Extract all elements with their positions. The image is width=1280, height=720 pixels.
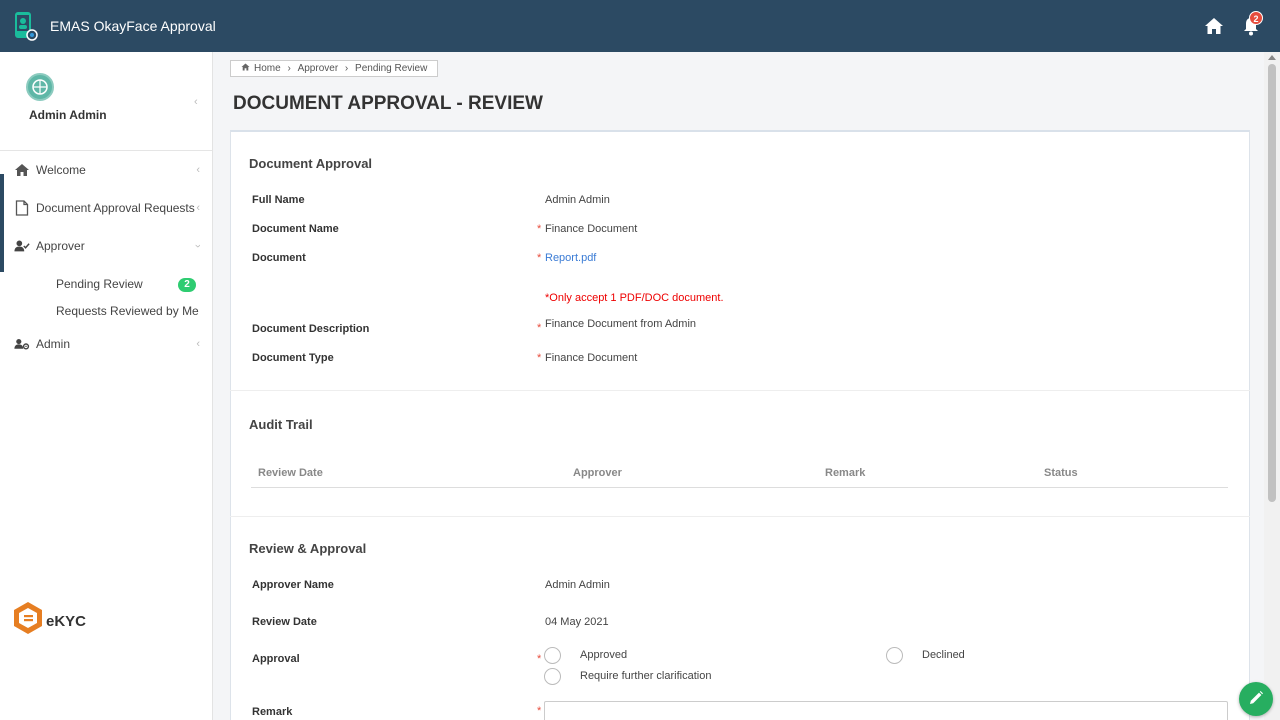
sidebar-item-label: Admin	[36, 337, 71, 351]
avatar[interactable]	[26, 73, 54, 101]
chevron-left-icon[interactable]: ‹	[194, 96, 198, 108]
section-title-audit-trail: Audit Trail	[249, 417, 313, 432]
scroll-up-arrow[interactable]	[1268, 55, 1276, 60]
page-title: DOCUMENT APPROVAL - REVIEW	[233, 93, 543, 114]
pencil-icon	[1248, 690, 1264, 709]
section-divider	[230, 390, 1250, 391]
app-title: EMAS OkayFace Approval	[50, 18, 216, 34]
sidebar-item-welcome[interactable]: Welcome ‹	[0, 155, 212, 185]
app-logo-icon[interactable]	[12, 11, 38, 41]
document-description-label: Document Description	[252, 323, 370, 335]
chevron-left-icon: ‹	[196, 202, 200, 214]
table-header-line	[251, 487, 1228, 488]
required-asterisk: *	[537, 223, 542, 235]
approval-label: Approval	[252, 653, 300, 665]
approver-name-label: Approver Name	[252, 579, 334, 591]
required-asterisk: *	[537, 653, 542, 665]
section-title-review-approval: Review & Approval	[249, 541, 367, 556]
document-type-label: Document Type	[252, 352, 334, 364]
remark-input[interactable]	[544, 701, 1228, 720]
section-title-document-approval: Document Approval	[249, 156, 373, 171]
home-icon[interactable]	[241, 63, 250, 74]
column-header-approver[interactable]: Approver	[573, 467, 622, 479]
clarification-radio[interactable]	[544, 668, 561, 685]
sidebar-item-label: Approver	[36, 239, 85, 253]
sidebar-item-label: Document Approval Requests	[36, 201, 195, 215]
chevron-right-icon: ›	[284, 63, 294, 74]
required-asterisk: *	[537, 252, 542, 264]
breadcrumb-pending-review[interactable]: Pending Review	[355, 63, 427, 74]
required-asterisk: *	[537, 705, 542, 717]
divider	[0, 150, 212, 151]
declined-radio[interactable]	[886, 647, 903, 664]
sidebar-item-label: Welcome	[36, 163, 86, 177]
sidebar-item-admin[interactable]: Admin ‹	[0, 329, 212, 359]
declined-radio-label[interactable]: Declined	[922, 649, 965, 661]
user-name: Admin Admin	[29, 108, 107, 122]
pending-count-badge: 2	[178, 278, 196, 292]
user-check-icon	[14, 238, 30, 254]
sidebar-subitem-pending-review[interactable]: Pending Review	[56, 277, 143, 291]
sidebar-subitem-requests-reviewed[interactable]: Requests Reviewed by Me	[56, 304, 199, 318]
clarification-radio-label[interactable]: Require further clarification	[580, 670, 711, 682]
document-description-value: Finance Document from Admin	[545, 318, 697, 330]
approved-radio[interactable]	[544, 647, 561, 664]
home-icon	[14, 162, 30, 178]
document-file-link[interactable]: Report.pdf	[545, 252, 596, 264]
sidebar-item-approver[interactable]: Approver ‹	[0, 231, 212, 261]
sidebar-item-document-approval-requests[interactable]: Document Approval Requests ‹	[0, 193, 212, 223]
home-icon[interactable]	[1204, 17, 1224, 35]
remark-label: Remark	[252, 706, 293, 718]
approved-radio-label[interactable]: Approved	[580, 649, 627, 661]
svg-text:eKYC: eKYC	[46, 613, 86, 630]
chevron-right-icon: ›	[342, 63, 352, 74]
document-type-value: Finance Document	[545, 352, 638, 364]
top-bar: EMAS OkayFace Approval	[0, 0, 1280, 52]
chevron-left-icon: ‹	[196, 164, 200, 176]
required-asterisk: *	[537, 322, 542, 334]
document-name-label: Document Name	[252, 223, 339, 235]
edit-fab-button[interactable]	[1239, 682, 1273, 716]
document-icon	[14, 200, 30, 216]
breadcrumb-home[interactable]: Home	[254, 63, 281, 74]
review-date-value: 04 May 2021	[545, 616, 609, 628]
chevron-down-icon: ‹	[192, 244, 205, 248]
approver-name-value: Admin Admin	[545, 579, 610, 591]
document-hint: *Only accept 1 PDF/DOC document.	[545, 292, 724, 304]
column-header-status[interactable]: Status	[1044, 467, 1078, 479]
breadcrumb: Home › Approver › Pending Review	[230, 60, 439, 77]
scrollbar-thumb[interactable]	[1268, 64, 1276, 502]
review-date-label: Review Date	[252, 616, 317, 628]
document-label: Document	[252, 252, 306, 264]
full-name-label: Full Name	[252, 194, 305, 206]
user-gear-icon	[14, 336, 30, 352]
breadcrumb-approver[interactable]: Approver	[298, 63, 339, 74]
document-name-value: Finance Document	[545, 223, 638, 235]
required-asterisk: *	[537, 352, 542, 364]
user-profile: Admin Admin ‹	[0, 52, 212, 142]
full-name-value: Admin Admin	[545, 194, 610, 206]
ekyc-logo: eKYC	[12, 600, 92, 634]
content-card	[230, 130, 1250, 720]
notification-badge: 2	[1249, 11, 1263, 25]
column-header-remark[interactable]: Remark	[825, 467, 865, 479]
column-header-review-date[interactable]: Review Date	[258, 467, 323, 479]
chevron-left-icon: ‹	[196, 338, 200, 350]
section-divider	[230, 516, 1250, 517]
